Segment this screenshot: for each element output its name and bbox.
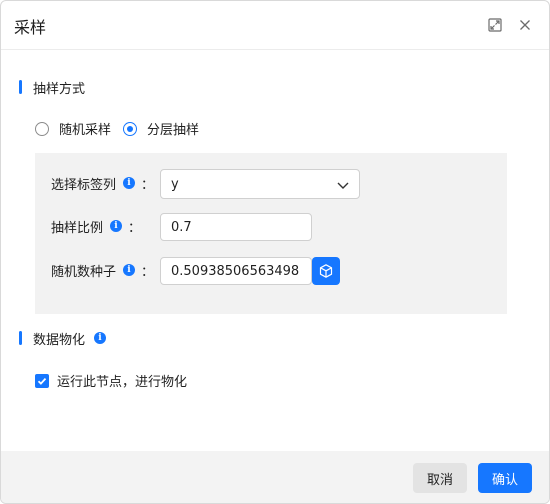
radio-unchecked-icon[interactable] xyxy=(35,121,49,136)
label-column-text: 选择标签列 xyxy=(51,177,117,193)
ratio-text: 抽样比例 xyxy=(51,220,104,236)
dialog-footer: 取消 确认 xyxy=(1,451,549,503)
ratio-label: 抽样比例 i ： xyxy=(51,218,142,236)
label-column-label: 选择标签列 i ： xyxy=(51,175,155,193)
check-icon xyxy=(37,377,47,385)
info-icon[interactable]: i xyxy=(123,177,136,189)
seed-label: 随机数种子 i ： xyxy=(51,262,155,280)
sampling-dialog: 采样 抽样方式 随机采样 分层抽样 选择标签列 i ： y 抽样比例 i ： 0… xyxy=(0,0,550,504)
section-accent-bar xyxy=(19,331,22,345)
confirm-button[interactable]: 确认 xyxy=(478,463,532,493)
radio-label-random: 随机采样 xyxy=(59,123,112,138)
colon: ： xyxy=(128,220,142,236)
radio-checked-icon[interactable] xyxy=(123,121,138,136)
label-column-select[interactable]: y xyxy=(160,169,360,199)
label-column-value: y xyxy=(171,176,179,192)
cancel-button[interactable]: 取消 xyxy=(413,463,467,493)
colon: ： xyxy=(141,177,155,193)
section-materialize: 数据物化 i xyxy=(19,330,107,348)
section-accent-bar xyxy=(19,80,22,94)
seed-text: 随机数种子 xyxy=(51,264,117,280)
info-icon[interactable]: i xyxy=(110,220,123,232)
expand-icon[interactable] xyxy=(487,17,503,33)
section-title-materialize: 数据物化 xyxy=(33,332,86,348)
materialize-checkbox-label: 运行此节点，进行物化 xyxy=(57,375,188,390)
dialog-header: 采样 xyxy=(1,1,549,50)
colon: ： xyxy=(141,264,155,280)
radio-random-sampling[interactable]: 随机采样 xyxy=(35,119,111,138)
info-icon[interactable]: i xyxy=(123,264,136,276)
info-icon[interactable]: i xyxy=(94,332,107,344)
generate-seed-button[interactable] xyxy=(312,257,340,285)
radio-label-stratified: 分层抽样 xyxy=(147,123,200,138)
dialog-title: 采样 xyxy=(14,18,47,37)
sampling-method-radio-group: 随机采样 分层抽样 xyxy=(35,119,211,138)
close-icon[interactable] xyxy=(517,17,533,33)
stratified-options-panel: 选择标签列 i ： y 抽样比例 i ： 随机数种子 i ： xyxy=(35,153,507,314)
materialize-checkbox[interactable] xyxy=(35,373,49,388)
chevron-down-icon xyxy=(337,182,349,189)
cube-icon xyxy=(319,264,333,278)
materialize-checkbox-row[interactable]: 运行此节点，进行物化 xyxy=(35,371,187,390)
radio-stratified-sampling[interactable]: 分层抽样 xyxy=(123,119,199,138)
section-sampling-method: 抽样方式 xyxy=(19,79,86,97)
sampling-ratio-input[interactable] xyxy=(160,213,312,241)
section-title-sampling: 抽样方式 xyxy=(33,81,86,97)
random-seed-input[interactable] xyxy=(160,257,312,285)
